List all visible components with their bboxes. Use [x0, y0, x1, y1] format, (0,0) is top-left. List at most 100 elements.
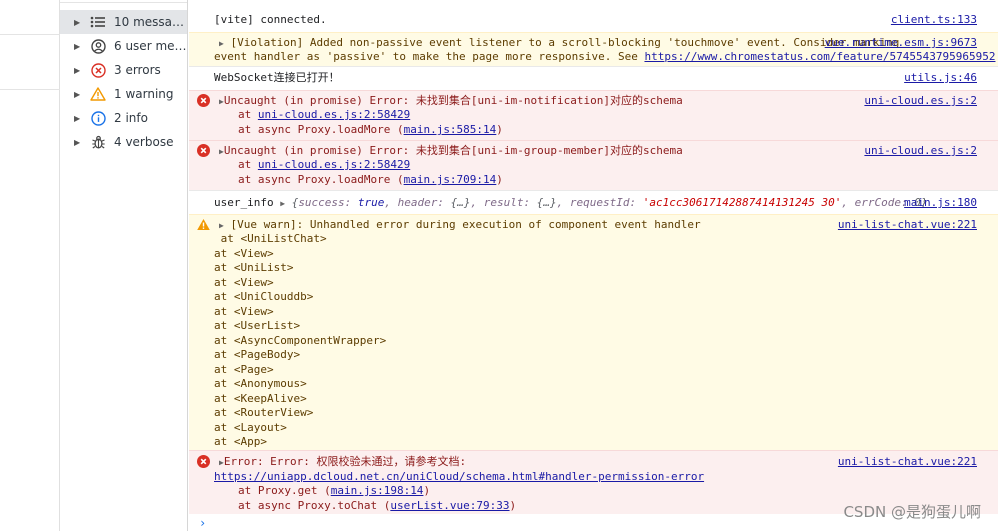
source-link[interactable]: uni-cloud.es.js:2 [864, 144, 977, 159]
message-text: [vite] connected. [214, 13, 327, 26]
expand-triangle-icon[interactable]: ▶ [74, 66, 84, 75]
stack-link[interactable]: main.js:585:14 [404, 123, 497, 136]
stack-line: at <Page> [214, 362, 274, 376]
expand-triangle-icon[interactable]: ▶ [74, 90, 84, 99]
console-sidebar: ▶ 10 messa… ▶ 6 user me… ▶ 3 errors ▶ 1 … [60, 0, 188, 531]
console-prompt-icon[interactable]: › [199, 516, 206, 531]
stack-line: at <View> [214, 304, 274, 318]
source-link[interactable]: vue.runtime.esm.js:9673 [825, 36, 977, 51]
expand-triangle-icon[interactable]: ▶ [280, 199, 285, 208]
console-message-log: WebSocket连接已打开！ utils.js:46 [189, 66, 998, 90]
stack-text: ) [496, 173, 503, 186]
message-text: Uncaught (in promise) Error: 未找到集合[uni-i… [223, 144, 683, 157]
error-icon [197, 455, 210, 468]
message-text: WebSocket连接已打开！ [214, 71, 340, 84]
url-link[interactable]: https://www.chromestatus.com/feature/574… [644, 50, 995, 63]
divider [0, 34, 60, 35]
log-label: user_info [214, 196, 274, 209]
message-text: [Vue warn]: Unhandled error during execu… [230, 218, 701, 231]
sidebar-item-label: 1 warning [114, 87, 174, 101]
stack-line: at <AsyncComponentWrapper> [214, 333, 387, 347]
object-value: 'ac1cc30617142887414131245 30' [642, 196, 842, 209]
object-key: , header: [384, 196, 451, 209]
stack-line: at <RouterView> [214, 406, 314, 419]
stack-link[interactable]: uni-cloud.es.js:2:58429 [258, 158, 410, 171]
stack-text: at [238, 158, 258, 171]
object-value[interactable]: {…} [537, 196, 557, 209]
stack-text: ) [423, 484, 431, 497]
sidebar-item-label: 2 info [114, 111, 148, 125]
sidebar-item-label: 4 verbose [114, 135, 174, 149]
object-key: , requestId: [556, 196, 643, 209]
stack-text: at async Proxy.toChat ( [238, 498, 391, 512]
object-key: success: [298, 196, 358, 209]
message-text: Error: Error: 权限校验未通过，请参考文档: [223, 455, 467, 468]
console-message-error: ▶Uncaught (in promise) Error: 未找到集合[uni-… [189, 90, 998, 140]
object-key: , result: [470, 196, 537, 209]
console-message-log: [vite] connected. client.ts:133 [189, 10, 998, 32]
stack-text: ) [509, 498, 517, 512]
stack-line: at <View> [214, 246, 274, 260]
console-message-warning: ▶ [Vue warn]: Unhandled error during exe… [189, 214, 998, 450]
expand-triangle-icon[interactable]: ▶ [74, 138, 84, 147]
sidebar-item-verbose[interactable]: ▶ 4 verbose [60, 130, 187, 154]
source-link[interactable]: uni-list-chat.vue:221 [838, 455, 977, 470]
divider [60, 0, 187, 3]
stack-line: at <UniListChat> [214, 232, 327, 245]
stack-text: ) [496, 123, 503, 136]
source-link[interactable]: main.js:180 [904, 196, 977, 211]
error-icon [197, 144, 210, 157]
object-value[interactable]: {…} [451, 196, 471, 209]
stack-line: at <KeepAlive> [214, 391, 307, 405]
source-link[interactable]: client.ts:133 [891, 13, 977, 28]
user-icon [88, 38, 108, 54]
stack-link[interactable]: main.js:198:14 [331, 484, 424, 497]
console-message-log: user_info ▶ {success: true, header: {…},… [189, 190, 998, 214]
bug-icon [88, 134, 108, 150]
divider [0, 89, 60, 90]
list-icon [88, 14, 108, 30]
stack-line: at <App> [214, 435, 267, 448]
sidebar-item-user-messages[interactable]: ▶ 6 user me… [60, 34, 187, 58]
console-message-violation: ▶ [Violation] Added non-passive event li… [189, 32, 998, 66]
source-link[interactable]: utils.js:46 [904, 71, 977, 86]
message-text: event handler as 'passive' to make the p… [214, 50, 645, 63]
stack-link[interactable]: uni-cloud.es.js:2:58429 [258, 108, 410, 121]
sidebar-item-label: 6 user me… [114, 39, 187, 53]
expand-triangle-icon[interactable]: ▶ [219, 39, 224, 48]
stack-link[interactable]: userList.vue:79:33 [390, 499, 509, 512]
expand-triangle-icon[interactable]: ▶ [74, 18, 84, 27]
warning-icon [197, 219, 210, 230]
page-left-strip [0, 0, 60, 531]
sidebar-item-label: 3 errors [114, 63, 161, 77]
expand-triangle-icon[interactable]: ▶ [74, 42, 84, 51]
stack-line: at <UserList> [214, 319, 301, 332]
expand-triangle-icon[interactable]: ▶ [74, 114, 84, 123]
stack-text: at Proxy.get ( [238, 484, 331, 497]
console-messages: [vite] connected. client.ts:133 ▶ [Viola… [189, 0, 998, 531]
sidebar-item-warnings[interactable]: ▶ 1 warning [60, 82, 187, 106]
stack-text: at async Proxy.loadMore ( [238, 173, 404, 186]
warning-icon [88, 86, 108, 102]
message-text: Uncaught (in promise) Error: 未找到集合[uni-i… [223, 94, 683, 107]
expand-triangle-icon[interactable]: ▶ [219, 221, 224, 230]
error-icon [197, 94, 210, 107]
sidebar-item-info[interactable]: ▶ 2 info [60, 106, 187, 130]
info-icon [88, 110, 108, 126]
sidebar-item-errors[interactable]: ▶ 3 errors [60, 58, 187, 82]
stack-text: at [238, 108, 258, 121]
stack-link[interactable]: main.js:709:14 [404, 173, 497, 186]
sidebar-item-label: 10 messa… [114, 15, 185, 29]
source-link[interactable]: uni-cloud.es.js:2 [864, 94, 977, 109]
stack-text: at async Proxy.loadMore ( [238, 123, 404, 136]
sidebar-item-messages[interactable]: ▶ 10 messa… [60, 10, 187, 34]
error-icon [88, 62, 108, 78]
url-link[interactable]: https://uniapp.dcloud.net.cn/uniCloud/sc… [214, 470, 704, 483]
source-link[interactable]: uni-list-chat.vue:221 [838, 218, 977, 233]
stack-line: at <PageBody> [214, 348, 301, 361]
stack-line: at <View> [214, 275, 274, 289]
object-value: true [357, 196, 385, 209]
stack-line: at <UniClouddb> [214, 290, 314, 303]
watermark: CSDN @是狗蛋儿啊 [843, 503, 981, 521]
stack-line: at <UniList> [214, 261, 294, 274]
